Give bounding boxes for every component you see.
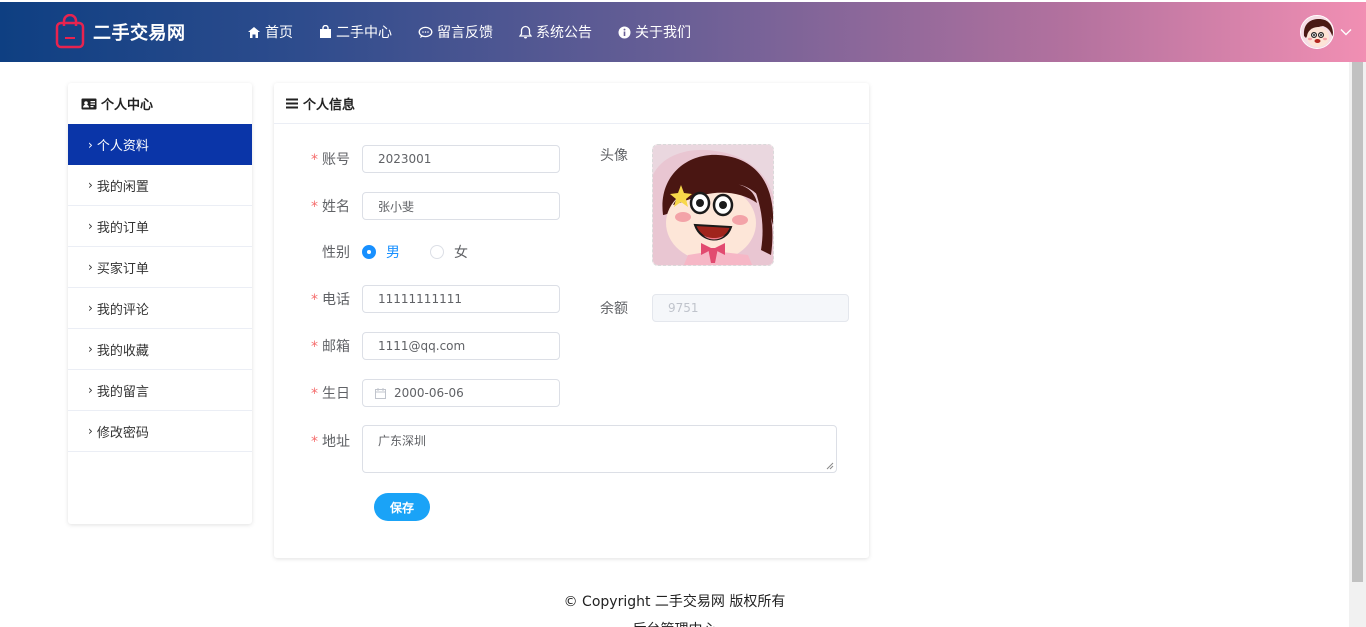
address-label: * 地址 [311,434,350,450]
balance-input: 9751 [652,294,849,322]
info-icon [618,26,631,38]
id-card-icon [81,98,97,109]
avatar-image [653,145,773,265]
chevron-right-icon: › [88,178,93,192]
footer-admin-link[interactable]: 后台管理中心 [0,619,1349,627]
footer-copyright: © Copyright 二手交易网 版权所有 [563,594,786,610]
avatar-field-label: 头像 [600,145,628,165]
name-field: * 姓名 张小斐 [274,192,560,220]
nav-item-notice[interactable]: 系统公告 [519,22,592,42]
chevron-right-icon: › [88,137,93,152]
birthday-label: * 生日 [311,386,350,402]
birthday-value: 2000-06-06 [394,386,464,400]
sidebar-title: 个人中心 [101,98,154,113]
sidebar-item-profile[interactable]: › 个人资料 [68,124,252,165]
sidebar-item-label: 我的收藏 [96,343,149,359]
radio-dot [430,245,444,259]
sidebar-item-label: 我的闲置 [96,179,149,195]
chevron-right-icon: › [88,260,93,274]
sidebar-item-label: 我的留言 [96,384,149,400]
address-value: 广东深圳 [378,434,427,448]
sidebar-item-my-idle[interactable]: › 我的闲置 [68,165,252,206]
gender-label: 性别 [322,245,350,261]
balance-field: 余额 9751 [600,294,849,322]
sidebar-item-change-password[interactable]: › 修改密码 [68,411,252,452]
name-label: * 姓名 [311,199,350,215]
chevron-right-icon: › [88,219,93,233]
brand-name: 二手交易网 [93,22,186,44]
top-navbar: 二手交易网 首页 二手中心 留言反馈 系统公告 关于我们 [0,2,1366,62]
chevron-right-icon: › [88,301,93,315]
brand[interactable]: 二手交易网 [55,13,186,49]
sidebar-item-label: 修改密码 [96,425,149,441]
sidebar-item-my-favorites[interactable]: › 我的收藏 [68,329,252,370]
account-label: * 账号 [311,152,350,168]
email-input[interactable]: 1111@qq.com [362,332,560,360]
sidebar-item-buyer-orders[interactable]: › 买家订单 [68,247,252,288]
address-field: * 地址 广东深圳 [274,425,837,473]
birthday-picker[interactable]: 2000-06-06 [362,379,560,407]
main-nav: 首页 二手中心 留言反馈 系统公告 关于我们 [247,2,717,62]
email-label: * 邮箱 [311,339,350,355]
nav-item-feedback[interactable]: 留言反馈 [418,22,493,42]
gender-radio-female[interactable]: 女 [430,242,468,262]
birthday-field: * 生日 2000-06-06 [274,379,560,407]
nav-item-home[interactable]: 首页 [247,22,293,42]
resize-grip-icon[interactable] [826,462,834,470]
account-field: * 账号 2023001 [274,145,560,173]
nav-label: 系统公告 [536,25,592,41]
scroll-thumb[interactable] [1352,62,1363,582]
profile-card: 个人信息 * 账号 2023001 * 姓名 张小斐 性别 男 女 * 电话 1111… [274,83,869,558]
menu-icon [286,98,298,108]
chevron-right-icon: › [88,342,93,356]
calendar-icon [375,387,386,399]
chevron-right-icon: › [88,383,93,397]
chat-icon [418,26,433,38]
page-scrollbar[interactable] [1349,62,1366,627]
gender-radio-group: 男 女 [362,242,498,262]
avatar[interactable] [1300,15,1334,49]
name-input[interactable]: 张小斐 [362,192,560,220]
card-title: 个人信息 [303,97,356,113]
chevron-down-icon[interactable] [1340,28,1352,36]
radio-dot [362,245,376,259]
nav-label: 首页 [265,25,293,41]
email-field: * 邮箱 1111@qq.com [274,332,560,360]
balance-label: 余额 [600,301,628,317]
card-header: 个人信息 [274,83,869,124]
sidebar-item-my-orders[interactable]: › 我的订单 [68,206,252,247]
nav-item-about[interactable]: 关于我们 [618,22,691,42]
sidebar-item-my-comments[interactable]: › 我的评论 [68,288,252,329]
avatar-uploader[interactable] [652,144,774,266]
sidebar-item-my-messages[interactable]: › 我的留言 [68,370,252,411]
bell-icon [519,25,532,39]
phone-label: * 电话 [311,292,350,308]
avatar-label: 头像 [600,148,628,164]
account-input[interactable]: 2023001 [362,145,560,173]
save-button[interactable]: 保存 [374,493,430,521]
personal-center-sidebar: 个人中心 › 个人资料 › 我的闲置 › 我的订单 › 买家订单 › 我的评论 › 我的收藏… [68,83,252,524]
sidebar-item-label: 买家订单 [96,261,149,277]
sidebar-item-label: 我的订单 [96,220,149,236]
sidebar-header: 个人中心 [68,83,252,124]
shopping-bag-icon [55,13,85,49]
user-menu[interactable] [1300,15,1352,49]
sidebar-item-label: 个人资料 [96,139,149,154]
phone-field: * 电话 11111111111 [274,285,560,313]
phone-input[interactable]: 11111111111 [362,285,560,313]
chevron-right-icon: › [88,424,93,438]
home-icon [248,26,260,38]
nav-label: 留言反馈 [437,25,493,41]
sidebar-item-label: 我的评论 [96,302,149,318]
nav-item-market[interactable]: 二手中心 [319,22,392,42]
address-textarea[interactable]: 广东深圳 [362,425,837,473]
bag-icon [320,25,331,38]
nav-label: 关于我们 [635,25,691,41]
nav-label: 二手中心 [336,25,392,41]
gender-field: 性别 男 女 [274,238,498,266]
gender-radio-male[interactable]: 男 [362,242,400,262]
